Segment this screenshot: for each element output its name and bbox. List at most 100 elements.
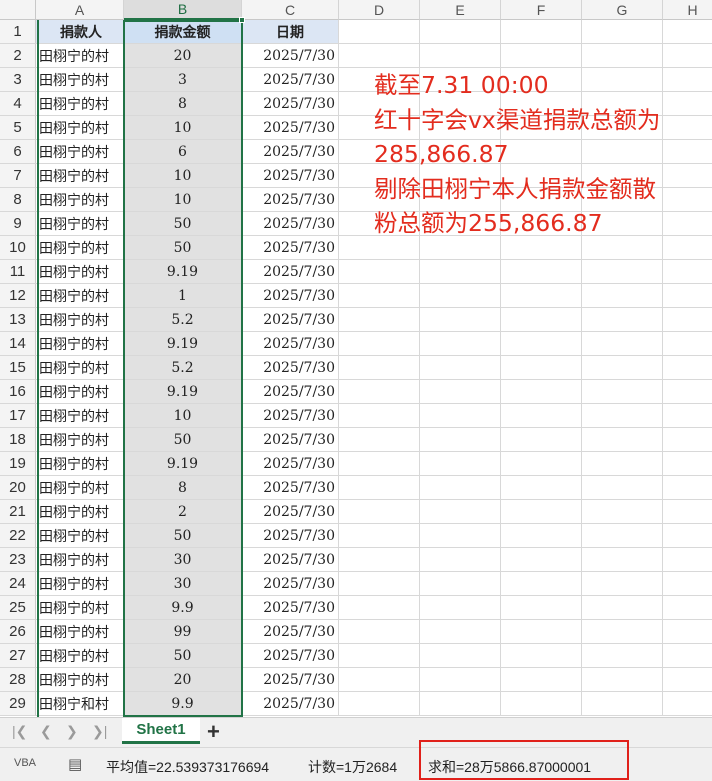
cell-donor[interactable]: 田栩宁的村: [36, 212, 124, 236]
cell-date[interactable]: 2025/7/30: [242, 116, 339, 140]
row-header[interactable]: 12: [0, 284, 36, 308]
cell-date[interactable]: 2025/7/30: [242, 644, 339, 668]
row-header[interactable]: 6: [0, 140, 36, 164]
cell-amount[interactable]: 50: [124, 236, 242, 260]
row-header[interactable]: 19: [0, 452, 36, 476]
cell-date[interactable]: 2025/7/30: [242, 212, 339, 236]
row-header[interactable]: 9: [0, 212, 36, 236]
empty-cell[interactable]: [663, 428, 712, 452]
header-cell-date[interactable]: 日期: [242, 20, 339, 44]
cell-donor[interactable]: 田栩宁的村: [36, 140, 124, 164]
empty-cell[interactable]: [501, 572, 582, 596]
cell-amount[interactable]: 20: [124, 668, 242, 692]
empty-cell[interactable]: [420, 284, 501, 308]
spreadsheet-grid[interactable]: ABCDEFGH 1 捐款人 捐款金额 日期 2 田栩宁的村 20 2025/7/30 3 田栩宁…: [0, 0, 712, 717]
row-header[interactable]: 13: [0, 308, 36, 332]
empty-cell[interactable]: [501, 404, 582, 428]
cell-donor[interactable]: 田栩宁的村: [36, 356, 124, 380]
cell-donor[interactable]: 田栩宁的村: [36, 380, 124, 404]
empty-cell[interactable]: [420, 308, 501, 332]
cell-amount[interactable]: 50: [124, 524, 242, 548]
empty-cell[interactable]: [582, 620, 663, 644]
empty-cell[interactable]: [501, 332, 582, 356]
empty-cell[interactable]: [582, 308, 663, 332]
cell-date[interactable]: 2025/7/30: [242, 620, 339, 644]
empty-cell[interactable]: [582, 596, 663, 620]
empty-cell[interactable]: [339, 548, 420, 572]
cell-date[interactable]: 2025/7/30: [242, 596, 339, 620]
cell-donor[interactable]: 田栩宁的村: [36, 572, 124, 596]
cell-amount[interactable]: 6: [124, 140, 242, 164]
cell-date[interactable]: 2025/7/30: [242, 572, 339, 596]
cell-amount[interactable]: 30: [124, 572, 242, 596]
empty-cell[interactable]: [339, 620, 420, 644]
empty-cell[interactable]: [663, 188, 712, 212]
cell-amount[interactable]: 10: [124, 188, 242, 212]
next-sheet-icon[interactable]: ❯: [66, 723, 78, 740]
row-header[interactable]: 1: [0, 20, 36, 44]
cell-donor[interactable]: 田栩宁的村: [36, 332, 124, 356]
empty-cell[interactable]: [582, 44, 663, 68]
row-header[interactable]: 27: [0, 644, 36, 668]
empty-cell[interactable]: [663, 44, 712, 68]
empty-cell[interactable]: [339, 332, 420, 356]
empty-cell[interactable]: [501, 44, 582, 68]
empty-cell[interactable]: [420, 332, 501, 356]
row-header[interactable]: 18: [0, 428, 36, 452]
header-cell-donor[interactable]: 捐款人: [36, 20, 124, 44]
row-header[interactable]: 22: [0, 524, 36, 548]
empty-cell[interactable]: [663, 524, 712, 548]
empty-cell[interactable]: [663, 332, 712, 356]
empty-cell[interactable]: [339, 428, 420, 452]
empty-cell[interactable]: [582, 260, 663, 284]
empty-cell[interactable]: [663, 260, 712, 284]
row-header[interactable]: 11: [0, 260, 36, 284]
cell-amount[interactable]: 50: [124, 428, 242, 452]
empty-cell[interactable]: [582, 524, 663, 548]
first-sheet-icon[interactable]: |❮: [12, 723, 27, 740]
empty-cell[interactable]: [339, 308, 420, 332]
empty-cell[interactable]: [420, 476, 501, 500]
cell-amount[interactable]: 99: [124, 620, 242, 644]
empty-cell[interactable]: [663, 308, 712, 332]
row-header[interactable]: 23: [0, 548, 36, 572]
empty-cell[interactable]: [663, 548, 712, 572]
column-header-h[interactable]: H: [663, 0, 712, 20]
macro-icon[interactable]: VBA: [14, 757, 36, 769]
prev-sheet-icon[interactable]: ❮: [40, 723, 52, 740]
cell-date[interactable]: 2025/7/30: [242, 668, 339, 692]
empty-cell[interactable]: [501, 596, 582, 620]
cell-date[interactable]: 2025/7/30: [242, 404, 339, 428]
empty-cell[interactable]: [420, 44, 501, 68]
empty-cell[interactable]: [582, 548, 663, 572]
row-header[interactable]: 17: [0, 404, 36, 428]
empty-cell[interactable]: [663, 356, 712, 380]
empty-cell[interactable]: [663, 380, 712, 404]
cell-donor[interactable]: 田栩宁的村: [36, 620, 124, 644]
empty-cell[interactable]: [663, 692, 712, 716]
empty-cell[interactable]: [663, 92, 712, 116]
cell-donor[interactable]: 田栩宁的村: [36, 92, 124, 116]
cell-donor[interactable]: 田栩宁的村: [36, 188, 124, 212]
empty-cell[interactable]: [339, 572, 420, 596]
empty-cell[interactable]: [339, 500, 420, 524]
cell-donor[interactable]: 田栩宁的村: [36, 260, 124, 284]
empty-cell[interactable]: [339, 284, 420, 308]
empty-cell[interactable]: [420, 380, 501, 404]
row-header[interactable]: 29: [0, 692, 36, 716]
cell-donor[interactable]: 田栩宁的村: [36, 596, 124, 620]
empty-cell[interactable]: [582, 500, 663, 524]
empty-cell[interactable]: [501, 548, 582, 572]
empty-cell[interactable]: [420, 404, 501, 428]
cell-amount[interactable]: 10: [124, 164, 242, 188]
empty-cell[interactable]: [339, 356, 420, 380]
cell-donor[interactable]: 田栩宁的村: [36, 308, 124, 332]
empty-cell[interactable]: [582, 452, 663, 476]
empty-cell[interactable]: [420, 692, 501, 716]
row-header[interactable]: 3: [0, 68, 36, 92]
row-header[interactable]: 10: [0, 236, 36, 260]
empty-cell[interactable]: [420, 596, 501, 620]
cell-donor[interactable]: 田栩宁的村: [36, 428, 124, 452]
cell-amount[interactable]: 2: [124, 500, 242, 524]
empty-cell[interactable]: [582, 380, 663, 404]
